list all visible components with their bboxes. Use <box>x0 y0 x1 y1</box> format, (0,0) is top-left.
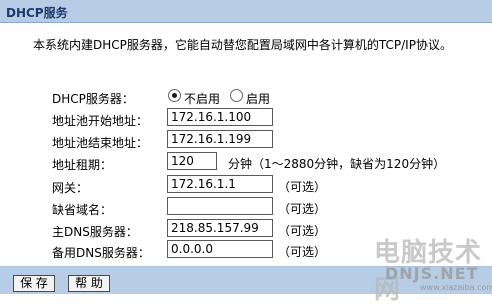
secondary-dns-input[interactable] <box>167 240 273 258</box>
pool-end-label: 地址池结束地址： <box>52 136 149 150</box>
primary-dns-optional-note: （可选） <box>278 224 327 238</box>
lease-note: 分钟（1～2880分钟，缺省为120分钟） <box>228 157 446 171</box>
title-bar: DHCP服务 <box>0 0 492 23</box>
domain-label: 缺省域名： <box>52 203 113 217</box>
save-button[interactable]: 保 存 <box>13 275 55 292</box>
pool-start-input[interactable] <box>167 108 273 126</box>
domain-input[interactable] <box>167 197 273 215</box>
watermark-url: www.xiazaiba.com <box>420 283 492 292</box>
radio-enable-label: 启用 <box>246 92 271 106</box>
pool-end-input[interactable] <box>167 130 273 148</box>
pool-start-label: 地址池开始地址： <box>52 114 149 128</box>
domain-optional-note: （可选） <box>278 202 327 216</box>
help-button[interactable]: 帮 助 <box>68 275 110 292</box>
secondary-dns-optional-note: （可选） <box>278 245 327 259</box>
gateway-label: 网关： <box>52 181 89 195</box>
primary-dns-label: 主DNS服务器： <box>52 225 138 239</box>
primary-dns-input[interactable] <box>167 219 273 237</box>
secondary-dns-label: 备用DNS服务器： <box>52 246 150 260</box>
lease-input[interactable] <box>167 152 217 170</box>
radio-disable-label: 不启用 <box>184 92 221 106</box>
description-text: 本系统内建DHCP服务器，它能自动替您配置局域网中各计算机的TCP/IP协议。 <box>33 38 452 52</box>
lease-label: 地址租期： <box>52 158 113 172</box>
gateway-input[interactable] <box>167 175 273 193</box>
page-title: DHCP服务 <box>6 6 68 20</box>
radio-disable[interactable] <box>168 89 181 102</box>
dhcp-server-label: DHCP服务器： <box>52 92 134 106</box>
gateway-optional-note: （可选） <box>278 180 327 194</box>
radio-enable[interactable] <box>230 89 243 102</box>
watermark-domain: DNJS.NET <box>385 264 479 283</box>
